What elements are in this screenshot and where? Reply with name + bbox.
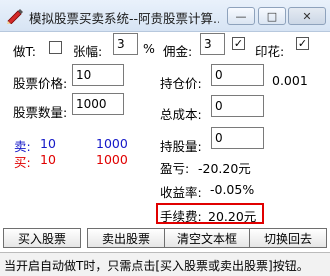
sell-stock-button[interactable]: 卖出股票 xyxy=(87,228,165,248)
action-button-bar: 买入股票 卖出股票 清空文本框 切换回去 xyxy=(0,228,330,248)
hold-price-label: 持仓价: xyxy=(160,76,202,91)
hold-quantity-label: 持股量: xyxy=(160,139,202,154)
close-button[interactable]: ✕ xyxy=(288,7,326,25)
maximize-button[interactable]: □ xyxy=(258,7,286,25)
pencil-app-icon xyxy=(7,9,23,24)
hold-price-extra: 0.001 xyxy=(272,73,308,88)
commission-label: 佣金: xyxy=(163,44,193,59)
status-bar: 当开启自动做T时，只需点击[买入股票或卖出股票]按钮。 xyxy=(0,252,330,276)
minimize-icon: — xyxy=(235,9,247,23)
amplitude-input[interactable] xyxy=(113,33,138,55)
total-cost-input[interactable] xyxy=(211,95,264,117)
commission-input[interactable] xyxy=(200,33,225,55)
hold-quantity-input[interactable] xyxy=(211,127,264,149)
close-icon: ✕ xyxy=(302,9,312,23)
t0-label: 做T: xyxy=(13,44,36,59)
check-icon: ✓ xyxy=(233,37,244,50)
t0-checkbox[interactable] xyxy=(49,41,62,54)
sell-quantity: 1000 xyxy=(96,136,128,151)
window-title: 模拟股票买卖系统--阿贵股票计算... xyxy=(29,11,219,26)
main-panel: 做T: 张幅: % 佣金: ✓ 印花: ✓ 股票价格: 股票数量: 卖: 10 … xyxy=(0,32,330,276)
check-icon: ✓ xyxy=(297,37,308,50)
amplitude-label: 张幅: xyxy=(73,44,103,59)
fee-label: 手续费: xyxy=(160,209,202,224)
switch-back-button[interactable]: 切换回去 xyxy=(249,228,327,248)
buy-quantity: 1000 xyxy=(96,152,128,167)
buy-label: 买: xyxy=(14,155,31,170)
commission-checkbox[interactable]: ✓ xyxy=(232,37,245,50)
sell-price: 10 xyxy=(40,136,56,151)
price-label: 股票价格: xyxy=(13,76,68,91)
quantity-input[interactable] xyxy=(72,93,124,115)
fee-value: 20.20元 xyxy=(208,209,257,224)
yield-label: 收益率: xyxy=(160,185,202,200)
minimize-button[interactable]: — xyxy=(227,7,255,25)
price-input[interactable] xyxy=(72,64,124,86)
profit-value: -20.20元 xyxy=(198,161,251,176)
profit-label: 盈亏: xyxy=(160,161,190,176)
title-bar: 模拟股票买卖系统--阿贵股票计算... — □ ✕ xyxy=(0,0,330,32)
buy-stock-button[interactable]: 买入股票 xyxy=(3,228,81,248)
stamp-tax-label: 印花: xyxy=(255,44,285,59)
hold-price-input[interactable] xyxy=(211,64,264,86)
stamp-tax-checkbox[interactable]: ✓ xyxy=(296,37,309,50)
percent-sign: % xyxy=(143,41,155,56)
quantity-label: 股票数量: xyxy=(13,105,68,120)
total-cost-label: 总成本: xyxy=(160,107,202,122)
buy-price: 10 xyxy=(40,152,56,167)
maximize-icon: □ xyxy=(266,9,278,23)
yield-value: -0.05% xyxy=(210,182,255,197)
clear-textboxes-button[interactable]: 清空文本框 xyxy=(164,228,250,248)
